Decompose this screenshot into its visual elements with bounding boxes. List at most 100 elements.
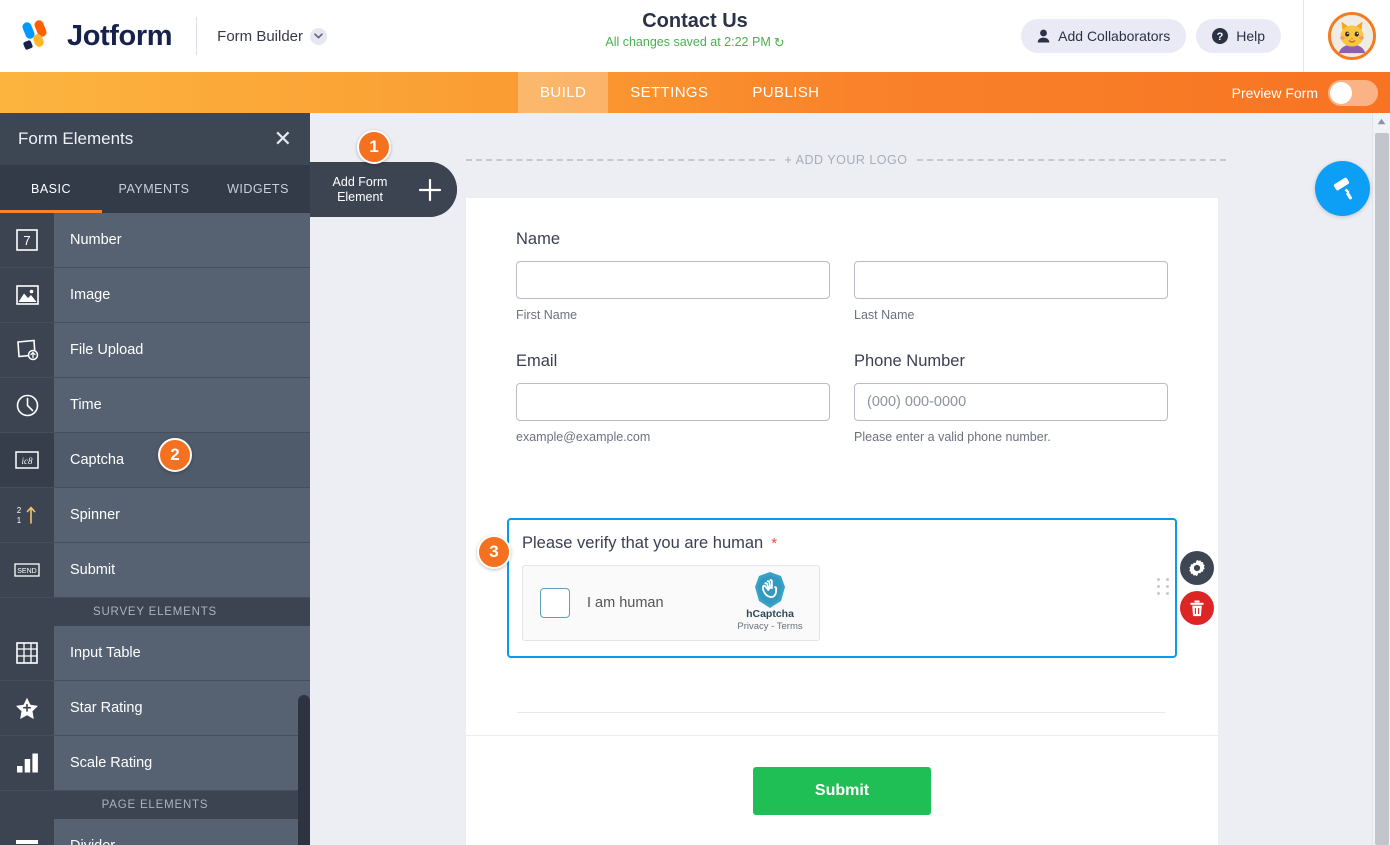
field-email-label: Email [516, 352, 558, 370]
add-collaborators-button[interactable]: Add Collaborators [1021, 19, 1187, 53]
submit-button[interactable]: Submit [753, 766, 931, 815]
add-form-element-button[interactable]: Add Form Element [310, 162, 457, 217]
save-status-text: All changes saved at 2:22 PM [605, 35, 771, 49]
form-designer-button[interactable] [1315, 161, 1370, 216]
drag-dot [1157, 585, 1160, 588]
hcaptcha-logo-icon [755, 572, 785, 608]
undo-icon[interactable]: ↻ [774, 34, 785, 51]
product-menu[interactable]: Form Builder [217, 27, 328, 45]
jotform-logo-icon [22, 19, 58, 53]
header-actions: Add Collaborators ? Help [1021, 0, 1390, 72]
close-icon[interactable]: ✕ [274, 128, 292, 150]
image-icon [0, 268, 54, 322]
step-badge-1: 1 [357, 130, 391, 164]
sidebar-item-number[interactable]: 7 Number [0, 213, 310, 268]
navbar-spacer [0, 72, 518, 113]
sidebar-tab-payments-label: PAYMENTS [118, 182, 190, 196]
email-input[interactable] [516, 383, 830, 421]
jotform-logo[interactable]: Jotform [0, 19, 173, 53]
sidebar-tab-widgets[interactable]: WIDGETS [206, 165, 310, 213]
main-scrollbar-thumb[interactable] [1375, 133, 1389, 845]
drag-handle[interactable] [1157, 578, 1170, 595]
email-sublabel: example@example.com [516, 430, 651, 444]
sidebar-item-file-upload[interactable]: File Upload [0, 323, 310, 378]
hcaptcha-privacy-terms[interactable]: Privacy - Terms [729, 621, 811, 632]
trash-icon[interactable] [1180, 591, 1214, 625]
sidebar-item-spinner[interactable]: 21 Spinner [0, 488, 310, 543]
add-logo-strip[interactable]: + ADD YOUR LOGO [466, 149, 1226, 171]
captcha-question-text: Please verify that you are human [522, 534, 764, 552]
person-icon [1037, 29, 1050, 43]
scroll-up-icon[interactable] [1373, 113, 1390, 130]
svg-text:1: 1 [17, 516, 22, 525]
svg-text:SEND: SEND [17, 568, 36, 575]
main-scrollbar[interactable] [1372, 113, 1390, 845]
sidebar-scrollbar-thumb[interactable] [298, 695, 310, 845]
sidebar-group-page-label: PAGE ELEMENTS [101, 799, 209, 811]
sidebar-scrollbar[interactable] [298, 213, 310, 845]
form-elements-sidebar: Form Elements ✕ BASIC PAYMENTS WIDGETS 7… [0, 113, 310, 845]
sidebar-item-image[interactable]: Image [0, 268, 310, 323]
send-icon: SEND [0, 543, 54, 597]
tab-settings[interactable]: SETTINGS [608, 72, 730, 113]
sidebar-group-survey-label: SURVEY ELEMENTS [92, 606, 218, 618]
required-marker: * [771, 535, 778, 552]
sidebar-tabs: BASIC PAYMENTS WIDGETS [0, 165, 310, 213]
clock-icon [0, 378, 54, 432]
sidebar-group-page: PAGE ELEMENTS [0, 791, 310, 819]
drag-dot [1157, 592, 1160, 595]
tab-publish-label: PUBLISH [752, 84, 820, 101]
svg-text:7: 7 [23, 233, 30, 248]
sidebar-title: Form Elements [18, 129, 134, 148]
sidebar-item-scale-rating[interactable]: Scale Rating [0, 736, 310, 791]
sidebar-item-submit-label: Submit [54, 543, 310, 597]
sidebar-item-input-table[interactable]: Input Table [0, 626, 310, 681]
field-separator-line [517, 712, 1165, 713]
sidebar-item-star-rating-label: Star Rating [54, 681, 310, 735]
captcha-element-selected[interactable]: Please verify that you are human * I am … [507, 518, 1177, 658]
sidebar-item-time-label: Time [54, 378, 310, 432]
sidebar-group-survey: SURVEY ELEMENTS [0, 598, 310, 626]
avatar-divider [1303, 0, 1304, 72]
preview-form-toggle[interactable] [1328, 79, 1378, 106]
avatar-wrapper [1314, 12, 1390, 60]
sidebar-item-star-rating[interactable]: Star Rating [0, 681, 310, 736]
phone-input[interactable] [854, 383, 1168, 421]
help-button[interactable]: ? Help [1196, 19, 1281, 53]
tab-build-label: BUILD [540, 84, 587, 101]
file-upload-icon [0, 323, 54, 377]
add-collaborators-label: Add Collaborators [1058, 28, 1171, 44]
svg-text:?: ? [1217, 31, 1224, 43]
hcaptcha-widget[interactable]: I am human hCaptcha Privacy - Terms [522, 565, 820, 641]
gear-icon[interactable] [1180, 551, 1214, 585]
add-form-element-line1: Add Form [332, 174, 388, 189]
preview-form-label: Preview Form [1231, 84, 1318, 101]
step-badge-3: 3 [477, 535, 511, 569]
plus-icon[interactable] [402, 162, 457, 217]
sidebar-item-captcha[interactable]: ic8 Captcha [0, 433, 310, 488]
dashed-line-left [466, 159, 775, 161]
add-form-element-label: Add Form Element [324, 175, 396, 205]
svg-text:ic8: ic8 [22, 456, 33, 466]
jotform-wordmark: Jotform [67, 19, 173, 52]
sidebar-tab-payments[interactable]: PAYMENTS [102, 165, 206, 213]
sidebar-item-submit[interactable]: SEND Submit [0, 543, 310, 598]
first-name-input[interactable] [516, 261, 830, 299]
sidebar-item-time[interactable]: Time [0, 378, 310, 433]
tab-publish[interactable]: PUBLISH [730, 72, 841, 113]
last-name-input[interactable] [854, 261, 1168, 299]
sidebar-item-divider-label: Divider [54, 819, 310, 845]
drag-dot [1166, 585, 1169, 588]
phone-sublabel: Please enter a valid phone number. [854, 430, 1051, 444]
avatar[interactable] [1328, 12, 1376, 60]
hcaptcha-checkbox[interactable] [540, 588, 570, 618]
divider-icon [0, 819, 54, 845]
tab-build[interactable]: BUILD [518, 72, 609, 113]
submit-row: Submit [466, 736, 1218, 845]
top-header: Jotform Form Builder Contact Us All chan… [0, 0, 1390, 72]
chevron-down-icon[interactable] [310, 27, 328, 45]
hcaptcha-checkbox-label: I am human [587, 595, 664, 611]
last-name-sublabel: Last Name [854, 308, 915, 322]
sidebar-item-divider[interactable]: Divider [0, 819, 310, 845]
sidebar-tab-basic[interactable]: BASIC [0, 165, 102, 213]
